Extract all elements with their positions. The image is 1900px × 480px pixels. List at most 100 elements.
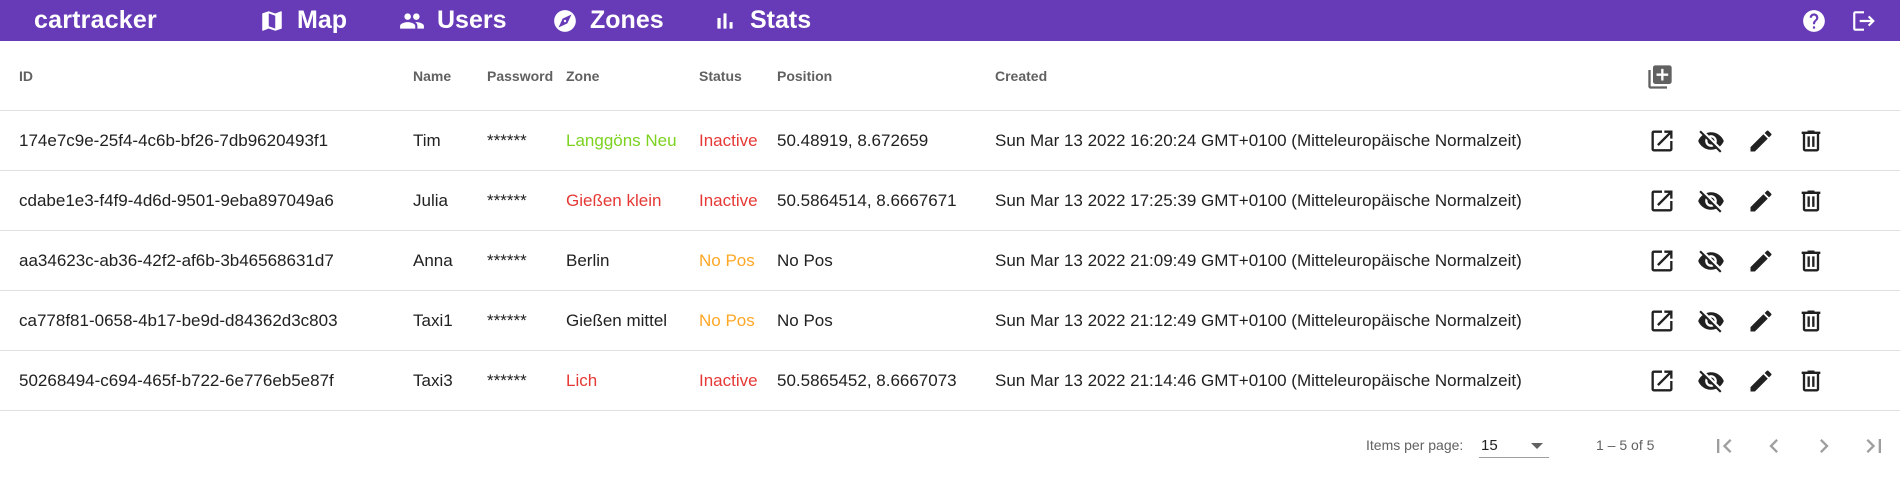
table-row: cdabe1e3-f4f9-4d6d-9501-9eba897049a6 Juli… [0,171,1900,231]
cell-status: No Pos [699,250,755,270]
nav-stats[interactable]: Stats [712,0,811,41]
open-button[interactable] [1648,187,1676,215]
compass-icon [554,9,576,32]
visibility-off-icon [1698,310,1724,333]
cell-password: ****** [487,130,527,150]
cell-created: Sun Mar 13 2022 21:09:49 GMT+0100 (Mitte… [995,250,1522,270]
cell-id: aa34623c-ab36-42f2-af6b-3b46568631d7 [19,250,334,270]
table-body: 174e7c9e-25f4-4c6b-bf26-7db9620493f1 Tim *… [0,111,1900,411]
nav-users-label: Users [437,6,507,34]
edit-button[interactable] [1747,187,1775,215]
cell-position: 50.48919, 8.672659 [777,130,929,150]
items-per-page-label: Items per page: [1366,437,1464,453]
cell-name: Tim [413,130,441,150]
nav-zones-label: Zones [590,6,664,34]
users-table: ID Name Password Zone Status Position Cr… [0,41,1900,411]
cell-password: ****** [487,370,527,390]
header-created[interactable]: Created [995,41,1047,110]
table-row: ca778f81-0658-4b17-be9d-d84362d3c803 Taxi… [0,291,1900,351]
delete-button[interactable] [1797,187,1825,215]
page-range-label: 1 – 5 of 5 [1596,437,1655,453]
delete-icon [1801,130,1821,152]
cell-id: 174e7c9e-25f4-4c6b-bf26-7db9620493f1 [19,130,329,150]
open-in-new-icon [1651,310,1673,332]
cell-position: No Pos [777,250,833,270]
help-icon [1803,10,1825,32]
table-header-row: ID Name Password Zone Status Position Cr… [0,41,1900,111]
cell-name: Taxi3 [413,370,453,390]
edit-icon [1750,130,1772,152]
delete-button[interactable] [1797,367,1825,395]
cell-status: No Pos [699,310,755,330]
nav-zones[interactable]: Zones [552,0,664,41]
delete-button[interactable] [1797,127,1825,155]
header-zone[interactable]: Zone [566,41,599,110]
open-button[interactable] [1648,367,1676,395]
cell-zone: Gießen klein [566,190,662,210]
edit-icon [1750,250,1772,272]
hide-button[interactable] [1697,247,1725,275]
cell-status: Inactive [699,190,758,210]
cell-position: 50.5865452, 8.6667073 [777,370,957,390]
hide-button[interactable] [1697,187,1725,215]
cell-id: 50268494-c694-465f-b722-6e776eb5e87f [19,370,334,390]
paginator: Items per page: 15 1 – 5 of 5 [0,412,1900,480]
open-button[interactable] [1648,127,1676,155]
edit-button[interactable] [1747,307,1775,335]
hide-button[interactable] [1697,127,1725,155]
cell-position: No Pos [777,310,833,330]
hide-button[interactable] [1697,367,1725,395]
delete-button[interactable] [1797,307,1825,335]
edit-button[interactable] [1747,367,1775,395]
edit-button[interactable] [1747,127,1775,155]
open-in-new-icon [1651,190,1673,212]
edit-icon [1750,190,1772,212]
add-user-button[interactable] [1646,63,1674,91]
cell-zone: Langgöns Neu [566,130,677,150]
header-name[interactable]: Name [413,41,451,110]
cell-created: Sun Mar 13 2022 21:12:49 GMT+0100 (Mitte… [995,310,1522,330]
next-page-button[interactable] [1810,432,1838,460]
table-row: 174e7c9e-25f4-4c6b-bf26-7db9620493f1 Tim *… [0,111,1900,171]
visibility-off-icon [1698,250,1724,273]
chevron-down-icon [1531,443,1543,449]
edit-button[interactable] [1747,247,1775,275]
page-size-select[interactable]: 15 [1479,434,1549,458]
users-icon [400,12,424,29]
hide-button[interactable] [1697,307,1725,335]
open-in-new-icon [1651,250,1673,272]
delete-icon [1801,190,1821,212]
header-id[interactable]: ID [19,41,33,110]
page-size-value: 15 [1481,437,1498,454]
first-page-icon [1717,439,1732,453]
cell-status: Inactive [699,130,758,150]
cell-zone: Gießen mittel [566,310,668,330]
logout-button[interactable] [1851,8,1877,34]
delete-button[interactable] [1797,247,1825,275]
table-row: aa34623c-ab36-42f2-af6b-3b46568631d7 Anna… [0,231,1900,291]
bar-chart-icon [717,12,733,29]
table-row: 50268494-c694-465f-b722-6e776eb5e87f Taxi… [0,351,1900,411]
cell-password: ****** [487,250,527,270]
open-button[interactable] [1648,307,1676,335]
cell-name: Taxi1 [413,310,453,330]
help-button[interactable] [1801,8,1827,34]
logout-icon [1853,11,1875,31]
app-brand[interactable]: cartracker [34,6,157,35]
header-password[interactable]: Password [487,41,553,110]
open-button[interactable] [1648,247,1676,275]
header-position[interactable]: Position [777,41,832,110]
last-page-button[interactable] [1860,432,1888,460]
open-in-new-icon [1651,370,1673,392]
delete-icon [1801,250,1821,272]
add-box-icon [1648,65,1672,89]
cell-zone: Lich [566,370,598,390]
previous-page-button[interactable] [1760,432,1788,460]
nav-map[interactable]: Map [259,0,347,41]
last-page-icon [1866,439,1881,453]
cell-password: ****** [487,310,527,330]
first-page-button[interactable] [1710,432,1738,460]
header-status[interactable]: Status [699,41,742,110]
top-toolbar: cartracker Map Users Zones Stats [0,0,1900,41]
nav-users[interactable]: Users [399,0,507,41]
